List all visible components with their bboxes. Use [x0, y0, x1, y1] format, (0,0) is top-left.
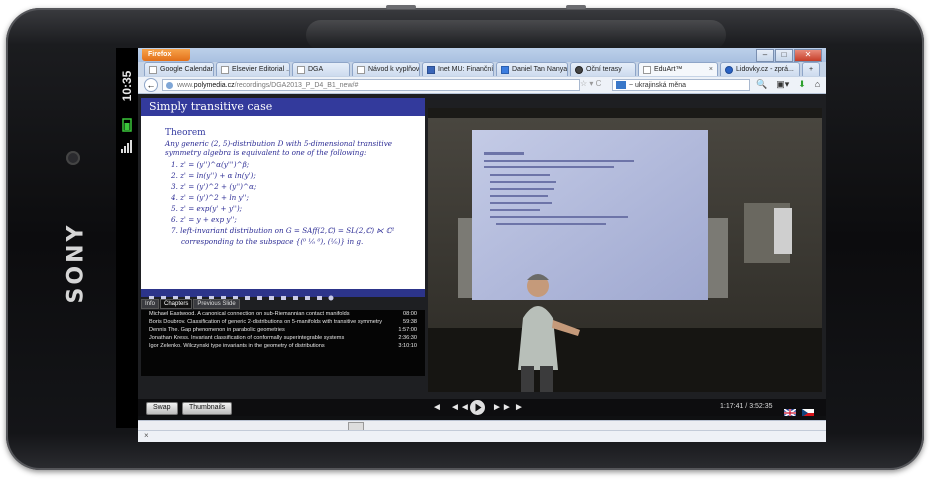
close-bar-icon[interactable]: ×	[144, 431, 149, 440]
chapter-item[interactable]: Michael Eastwood. A canonical connection…	[141, 310, 425, 318]
phone-glare	[306, 20, 726, 50]
new-tab-button[interactable]: +	[802, 62, 820, 76]
chapters-list: Michael Eastwood. A canonical connection…	[141, 310, 425, 376]
tab-chapters[interactable]: Chapters	[160, 299, 193, 309]
thumbnails-button[interactable]: Thumbnails	[182, 402, 233, 415]
search-icon[interactable]: 🔍	[756, 79, 767, 90]
toolbar-icons: 🔍 ▣▾ ⬇ ⌂	[756, 79, 820, 90]
inet-icon	[427, 65, 435, 74]
play-icon	[475, 403, 482, 412]
presentation-slide: Simply transitive case Theorem Any gener…	[141, 98, 425, 289]
battery-icon	[120, 118, 134, 132]
home-icon[interactable]: ⌂	[815, 79, 820, 90]
slide-navigation-bar[interactable]	[141, 289, 425, 301]
navigation-bar: ← www.polymedia.cz/recordings/DGA2013_P_…	[138, 77, 826, 94]
czech-flag-icon[interactable]	[802, 404, 814, 417]
theorem-block: Theorem Any generic (2, 5)-distribution …	[165, 128, 425, 246]
maximize-button[interactable]: □	[775, 49, 793, 62]
bottom-bar: ×	[138, 430, 826, 442]
minimize-button[interactable]: –	[756, 49, 774, 62]
rewind-icon[interactable]: ◄	[432, 401, 442, 414]
chapter-item[interactable]: Igor Zelenko. Wilczynski type invariants…	[141, 342, 425, 350]
next-icon[interactable]: ►	[514, 401, 524, 414]
theorem-item: 4. z' = (y')^2 + ln y'';	[171, 193, 249, 202]
lidovky-icon	[725, 65, 733, 74]
firefox-menu-button[interactable]: Firefox	[142, 49, 190, 61]
theorem-item: 2. z' = ln(y'') + α ln(y');	[171, 171, 256, 180]
theorem-item: 7. left-invariant distribution on G = SA…	[171, 226, 395, 235]
page-icon	[297, 65, 305, 74]
theorem-item: 5. z' = exp(y' + y'');	[171, 204, 243, 213]
close-tab-icon[interactable]: ×	[703, 63, 713, 76]
browser-window: Firefox – □ ✕ Google Calendar Elsevier E…	[138, 48, 826, 442]
player-content: Simply transitive case Theorem Any gener…	[138, 94, 826, 442]
play-button[interactable]	[470, 400, 485, 415]
back-button[interactable]: ←	[144, 78, 158, 92]
download-icon[interactable]: ⬇	[798, 79, 806, 90]
tab-inet-mu[interactable]: Inet MU: Finanční...	[422, 62, 494, 76]
theorem-item: 6. z' = y + exp y'';	[171, 215, 237, 224]
url-prefix: www.	[177, 82, 194, 89]
page-icon	[643, 65, 651, 74]
tab-lidovky[interactable]: Lidovky.cz - zprá...	[720, 62, 800, 76]
url-domain: polymedia.cz	[193, 82, 235, 89]
chapter-item[interactable]: Boris Doubrov. Classification of generic…	[141, 318, 425, 326]
theorem-item-continued: corresponding to the subspace {(⁰ ¹⁄₀ ⁰)…	[181, 237, 364, 246]
bookmark-reload-icons[interactable]: ☆ ▾ C	[580, 79, 601, 88]
tab-previous-slide[interactable]: Previous Slide	[193, 299, 240, 309]
calendar-icon	[149, 65, 157, 74]
page-icon	[357, 65, 365, 74]
tab-eduart[interactable]: EduArt™ ×	[638, 62, 718, 76]
brand-logo: SONY	[63, 222, 89, 304]
volume-button	[566, 5, 586, 9]
theorem-heading: Theorem	[165, 128, 206, 138]
url-path: /recordings/DGA2013_P_D4_B1_new/#	[234, 82, 359, 89]
tab-daniel-tan[interactable]: Daniel Tan Nanya...	[496, 62, 568, 76]
title-bar: Firefox – □ ✕	[138, 48, 826, 62]
info-tabs: Info Chapters Previous Slide	[141, 299, 425, 309]
english-flag-icon[interactable]	[783, 404, 797, 418]
seek-forward-icon[interactable]: ►►	[492, 401, 512, 414]
chapter-item[interactable]: Dennis The. Gap phenomenon in parabolic …	[141, 326, 425, 334]
tab-dga[interactable]: DGA	[292, 62, 350, 76]
close-window-button[interactable]: ✕	[794, 49, 822, 62]
tab-navod[interactable]: Návod k vyplňov...	[352, 62, 420, 76]
player-controls: Swap Thumbnails ◄ ◄◄ ►► ► 1:17:41 / 3:52…	[138, 399, 826, 418]
theorem-item: 1. z' = (y'')^α(y''')^β;	[171, 160, 250, 169]
bookmarks-menu-icon[interactable]: ▣▾	[776, 79, 789, 90]
tab-ocni-terasy[interactable]: Oční terasy	[570, 62, 636, 76]
theorem-statement: Any generic (2, 5)-distribution D with 5…	[165, 139, 393, 157]
lecture-scene	[428, 108, 822, 392]
tab-elsevier[interactable]: Elsevier Editorial ...	[216, 62, 290, 76]
slide-title: Simply transitive case	[141, 98, 425, 116]
page-icon	[221, 65, 229, 74]
theorem-item: 3. z' = (y')^2 + (y'')^α;	[171, 182, 257, 191]
front-camera	[66, 151, 80, 165]
tab-google-calendar[interactable]: Google Calendar	[144, 62, 214, 76]
playback-time: 1:17:41 / 3:52:35	[720, 403, 773, 410]
swap-button[interactable]: Swap	[146, 402, 178, 415]
window-controls: – □ ✕	[756, 49, 822, 62]
power-button	[386, 5, 416, 9]
android-status-bar: 10:35	[116, 48, 138, 428]
tab-strip: Google Calendar Elsevier Editorial ... D…	[138, 62, 826, 77]
search-engine-icon	[616, 81, 626, 89]
url-bar[interactable]: www.polymedia.cz/recordings/DGA2013_P_D4…	[162, 79, 580, 91]
chapter-item[interactable]: Jonathan Kress. Invariant classification…	[141, 334, 425, 342]
signal-icon	[120, 140, 134, 154]
globe-icon	[166, 82, 173, 89]
tab-info[interactable]: Info	[141, 299, 160, 309]
status-time: 10:35	[120, 70, 134, 102]
search-field[interactable]: ~ ukrajinská měna	[612, 79, 750, 91]
eye-icon	[575, 65, 583, 74]
seek-back-icon[interactable]: ◄◄	[450, 401, 470, 414]
lecture-video[interactable]	[428, 108, 822, 392]
profile-icon	[501, 65, 509, 74]
